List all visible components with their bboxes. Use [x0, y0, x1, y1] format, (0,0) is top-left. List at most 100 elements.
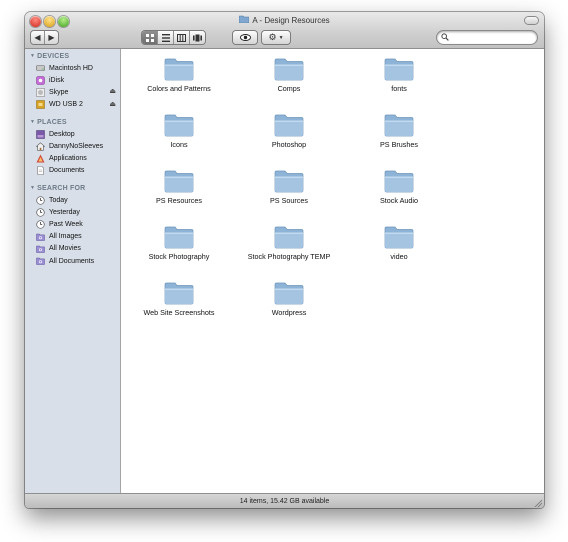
sidebar-item-search[interactable]: All Images [36, 231, 120, 243]
sidebar-item-search[interactable]: Today [36, 194, 120, 206]
view-mode-control [142, 31, 205, 44]
sidebar-item-place[interactable]: Documents [36, 165, 120, 177]
sidebar-item-label: All Images [49, 233, 82, 241]
chevron-left-icon: ◀ [34, 33, 41, 42]
resize-grip-icon[interactable] [534, 499, 542, 507]
quick-look-button[interactable] [233, 31, 257, 44]
finder-window: A - Design Resources ◀ ▶ ⚙ ▼ ▼ DEVICES M… [25, 12, 544, 508]
eject-icon[interactable]: ⏏ [109, 100, 116, 108]
folder-item[interactable]: Wordpress [234, 281, 344, 317]
folder-item[interactable]: Stock Audio [344, 169, 454, 205]
documents-icon [36, 166, 45, 175]
search-field[interactable] [437, 31, 537, 44]
folder-icon [274, 114, 304, 137]
sidebar-item-place[interactable]: Applications [36, 152, 120, 164]
folder-icon [164, 282, 194, 305]
column-view-button[interactable] [174, 31, 190, 44]
devices-header[interactable]: ▼ DEVICES [30, 53, 69, 60]
folder-content-area: Colors and Patterns Comps fonts Icons Photos… [121, 49, 544, 493]
sidebar-item-search[interactable]: Yesterday [36, 206, 120, 218]
folder-item[interactable]: PS Resources [124, 169, 234, 205]
folder-item[interactable]: fonts [344, 57, 454, 93]
sidebar-item-device[interactable]: WD USB 2 ⏏ [36, 99, 120, 111]
sidebar-item-label: Desktop [49, 130, 75, 138]
folder-icon [164, 226, 194, 249]
folder-item[interactable]: Web Site Screenshots [124, 281, 234, 317]
sidebar-item-device[interactable]: Skype ⏏ [36, 86, 120, 98]
sidebar-item-place[interactable]: Desktop [36, 128, 120, 140]
chevron-right-icon: ▶ [48, 33, 55, 42]
folder-icon [384, 226, 414, 249]
sidebar-item-label: Applications [49, 154, 87, 162]
places-header-label: PLACES [37, 119, 67, 126]
folder-icon [384, 170, 414, 193]
search-input[interactable] [450, 31, 532, 44]
folder-icon [384, 114, 414, 137]
folder-item[interactable]: Comps [234, 57, 344, 93]
hard-drive-icon [36, 64, 45, 73]
disclosure-triangle-icon[interactable]: ▼ [30, 53, 35, 59]
folder-icon [274, 58, 304, 81]
clock-icon [36, 195, 45, 205]
back-button[interactable]: ◀ [31, 31, 45, 44]
folder-item[interactable]: PS Sources [234, 169, 344, 205]
folder-item[interactable]: Stock Photography TEMP [234, 225, 344, 261]
devices-header-label: DEVICES [37, 53, 70, 60]
folder-label: PS Brushes [380, 140, 418, 149]
smart-folder-icon [36, 232, 45, 241]
folder-item[interactable]: Colors and Patterns [124, 57, 234, 93]
window-title-bar: A - Design Resources [25, 14, 544, 28]
eject-icon[interactable]: ⏏ [109, 87, 116, 95]
toolbar-toggle-button[interactable] [525, 17, 538, 24]
sidebar-item-search[interactable]: All Movies [36, 243, 120, 255]
sidebar-item-label: WD USB 2 [49, 101, 83, 109]
sidebar-item-device[interactable]: Macintosh HD [36, 62, 120, 74]
status-text: 14 items, 15.42 GB available [239, 498, 330, 505]
disk-image-icon [36, 88, 45, 97]
column-view-icon [177, 33, 186, 42]
icon-view-button[interactable] [142, 31, 158, 44]
folder-label: PS Sources [270, 196, 308, 205]
smart-folder-icon [36, 257, 45, 266]
list-view-button[interactable] [158, 31, 174, 44]
sidebar-item-label: All Movies [49, 245, 81, 253]
action-menu-button[interactable]: ⚙ ▼ [262, 31, 290, 44]
icon-view-icon [145, 33, 154, 42]
places-header[interactable]: ▼ PLACES [30, 119, 67, 126]
disclosure-triangle-icon[interactable]: ▼ [30, 119, 35, 125]
search-icon [441, 33, 449, 41]
back-forward-control: ◀ ▶ [31, 31, 58, 44]
search-for-header-label: SEARCH FOR [37, 185, 86, 192]
toolbar: A - Design Resources ◀ ▶ ⚙ ▼ [25, 12, 544, 49]
coverflow-view-icon [193, 34, 202, 41]
sidebar-item-search[interactable]: Past Week [36, 218, 120, 230]
sidebar-item-label: DannyNoSleeves [49, 142, 104, 150]
folder-item[interactable]: video [344, 225, 454, 261]
folder-label: Icons [170, 140, 188, 149]
folder-label: Colors and Patterns [147, 84, 211, 93]
sidebar-item-device[interactable]: iDisk [36, 74, 120, 86]
folder-label: Web Site Screenshots [143, 308, 215, 317]
folder-icon [164, 114, 194, 137]
action-menu-face: ⚙ ▼ [262, 31, 290, 44]
folder-item[interactable]: PS Brushes [344, 113, 454, 149]
folder-label: PS Resources [156, 196, 202, 205]
sidebar-item-place[interactable]: DannyNoSleeves [36, 140, 120, 152]
sidebar-item-search[interactable]: All Documents [36, 255, 120, 267]
sidebar-item-label: Macintosh HD [49, 64, 93, 72]
sidebar-item-label: iDisk [49, 76, 65, 84]
sidebar-item-label: Documents [49, 167, 85, 175]
list-view-icon [161, 33, 170, 42]
coverflow-view-button[interactable] [190, 31, 205, 44]
folder-item[interactable]: Stock Photography [124, 225, 234, 261]
disclosure-triangle-icon[interactable]: ▼ [30, 185, 35, 191]
folder-item[interactable]: Icons [124, 113, 234, 149]
sidebar-item-label: Yesterday [49, 208, 80, 216]
search-for-header[interactable]: ▼ SEARCH FOR [30, 185, 85, 192]
forward-button[interactable]: ▶ [45, 31, 58, 44]
gear-icon: ⚙ [268, 32, 277, 42]
folder-label: fonts [391, 84, 407, 93]
sidebar-item-label: Past Week [49, 220, 83, 228]
folder-item[interactable]: Photoshop [234, 113, 344, 149]
folder-label: Stock Photography [148, 252, 210, 261]
